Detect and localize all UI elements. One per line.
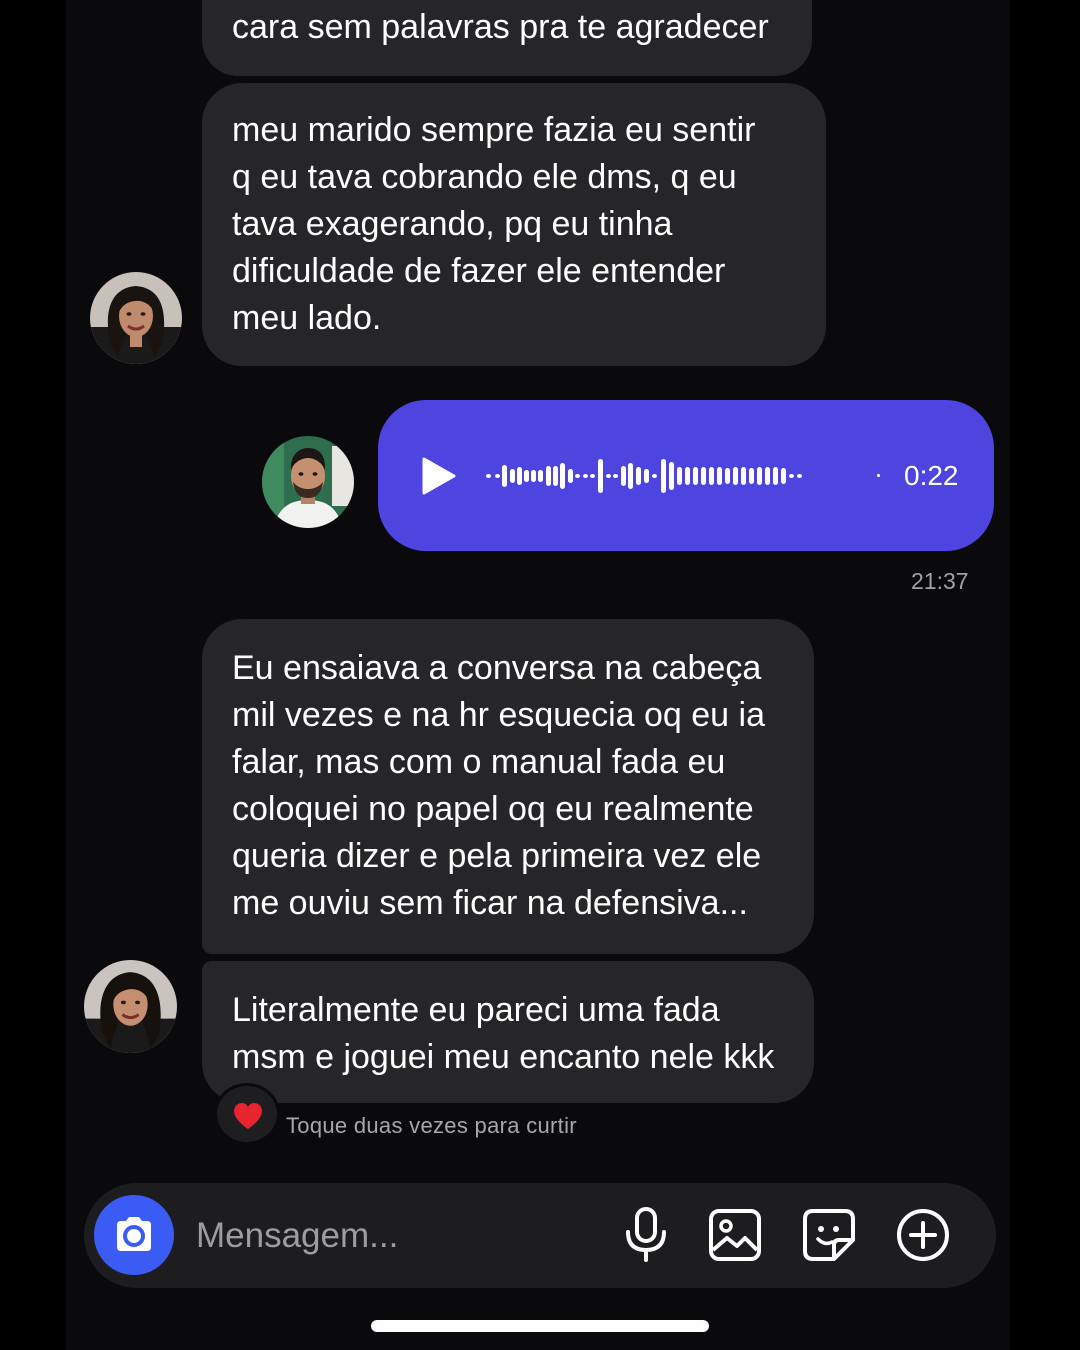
- waveform-bar: [517, 467, 522, 485]
- waveform-bar: [628, 463, 633, 489]
- waveform-bar: [568, 469, 573, 483]
- waveform-bar: [749, 468, 754, 484]
- waveform-bar: [685, 467, 690, 485]
- reaction-badge[interactable]: [214, 1083, 280, 1145]
- waveform-bar: [677, 467, 682, 485]
- waveform-bar: [717, 467, 722, 485]
- audio-waveform[interactable]: [484, 455, 884, 497]
- waveform-bar: [877, 474, 880, 477]
- gallery-icon: [709, 1209, 761, 1261]
- waveform-bar: [741, 467, 746, 485]
- waveform-bar: [546, 466, 551, 486]
- sender-avatar[interactable]: [84, 960, 177, 1053]
- plus-icon: [897, 1209, 949, 1261]
- waveform-bar: [765, 467, 770, 485]
- woman-portrait-icon: [90, 272, 182, 364]
- message-text: Eu ensaiava a conversa na cabeça mil vez…: [232, 649, 765, 922]
- waveform-bar: [575, 474, 580, 478]
- waveform-bar: [781, 468, 786, 484]
- waveform-bar: [773, 467, 778, 485]
- message-timestamp: 21:37: [911, 568, 969, 594]
- waveform-bar: [669, 462, 674, 490]
- waveform-bar: [725, 468, 730, 484]
- waveform-bar: [661, 459, 666, 493]
- microphone-button[interactable]: [618, 1206, 674, 1264]
- waveform-bar: [621, 466, 626, 486]
- waveform-bar: [583, 474, 588, 478]
- message-bubble[interactable]: Literalmente eu pareci uma fada msm e jo…: [202, 961, 814, 1103]
- waveform-bar: [709, 467, 714, 485]
- waveform-bar: [510, 469, 515, 483]
- message-input[interactable]: [196, 1213, 596, 1259]
- message-text: Literalmente eu pareci uma fada msm e jo…: [232, 991, 775, 1076]
- waveform-bar: [502, 465, 507, 487]
- waveform-bar: [553, 466, 558, 486]
- waveform-bar: [733, 467, 738, 485]
- voice-duration: 0:22: [904, 460, 959, 491]
- waveform-bar: [486, 474, 491, 478]
- waveform-bar: [613, 474, 618, 478]
- waveform-bar: [644, 469, 649, 483]
- woman-portrait-icon: [84, 960, 177, 1053]
- microphone-icon: [626, 1207, 666, 1262]
- waveform-bar: [560, 463, 565, 489]
- waveform-bar: [538, 470, 543, 482]
- message-bubble[interactable]: meu marido sempre fazia eu sentir q eu t…: [202, 83, 826, 366]
- waveform-bar: [757, 467, 762, 485]
- play-icon[interactable]: [420, 457, 456, 495]
- message-bubble[interactable]: Eu ensaiava a conversa na cabeça mil vez…: [202, 619, 814, 954]
- waveform-bar: [590, 474, 595, 478]
- like-hint: Toque duas vezes para curtir: [286, 1113, 577, 1138]
- waveform-bar: [524, 470, 529, 482]
- waveform-bar: [797, 474, 802, 478]
- waveform-bar: [495, 474, 500, 478]
- home-indicator[interactable]: [371, 1320, 709, 1332]
- sender-avatar[interactable]: [262, 436, 354, 528]
- waveform-bar: [531, 470, 536, 482]
- waveform-bar: [789, 474, 794, 478]
- gallery-button[interactable]: [707, 1206, 763, 1264]
- waveform-bar: [606, 474, 611, 478]
- camera-icon: [117, 1217, 151, 1251]
- waveform-bar: [652, 474, 657, 478]
- message-text: cara sem palavras pra te agradecer: [232, 8, 769, 46]
- waveform-bar: [693, 467, 698, 485]
- camera-button[interactable]: [94, 1195, 174, 1275]
- man-portrait-icon: [262, 436, 354, 528]
- more-options-button[interactable]: [895, 1206, 951, 1264]
- sticker-icon: [803, 1209, 855, 1261]
- waveform-bar: [598, 459, 603, 493]
- sticker-button[interactable]: [801, 1206, 857, 1264]
- heart-icon: [234, 1103, 262, 1129]
- message-bubble[interactable]: cara sem palavras pra te agradecer: [202, 0, 812, 76]
- sender-avatar[interactable]: [90, 272, 182, 364]
- waveform-bar: [636, 467, 641, 485]
- waveform-bar: [701, 467, 706, 485]
- message-text: meu marido sempre fazia eu sentir q eu t…: [232, 111, 756, 337]
